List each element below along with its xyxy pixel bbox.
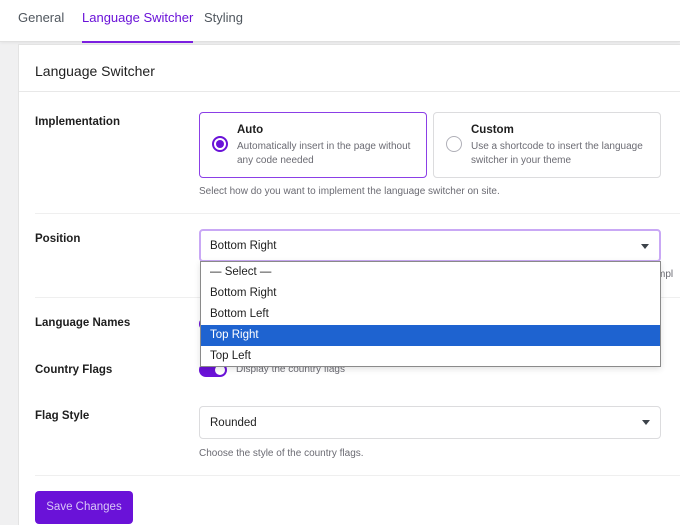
implementation-custom-option[interactable]: Custom Use a shortcode to insert the lan… — [433, 112, 661, 178]
radio-unchecked-icon — [446, 136, 462, 152]
row-divider — [35, 475, 680, 476]
tab-styling[interactable]: Styling — [204, 0, 243, 42]
language-names-label: Language Names — [35, 317, 131, 329]
country-flags-label: Country Flags — [35, 364, 113, 376]
flag-style-select[interactable]: Rounded — [199, 406, 661, 439]
custom-option-description: Use a shortcode to insert the language s… — [471, 141, 643, 166]
auto-option-description: Automatically insert in the page without… — [237, 141, 411, 166]
chevron-down-icon — [642, 420, 650, 425]
position-label: Position — [35, 233, 81, 245]
auto-option-title: Auto — [237, 124, 264, 136]
custom-option-title: Custom — [471, 124, 514, 136]
position-dropdown-list: — Select — Bottom Right Bottom Left Top … — [200, 261, 661, 367]
flag-style-select-value: Rounded — [210, 417, 257, 429]
implementation-auto-option[interactable]: Auto Automatically insert in the page wi… — [199, 112, 427, 178]
row-divider — [35, 213, 680, 214]
save-changes-button[interactable]: Save Changes — [35, 491, 133, 524]
position-option-bottom-right[interactable]: Bottom Right — [201, 283, 660, 304]
position-select[interactable]: Bottom Right — [199, 229, 661, 262]
panel-divider — [19, 91, 680, 92]
implementation-label: Implementation — [35, 116, 120, 128]
position-option-top-left[interactable]: Top Left — [201, 346, 660, 367]
panel-title: Language Switcher — [35, 63, 155, 79]
radio-checked-icon — [212, 136, 228, 152]
flag-style-label: Flag Style — [35, 410, 90, 422]
position-option-top-right[interactable]: Top Right — [201, 325, 660, 346]
flag-style-help-text: Choose the style of the country flags. — [199, 448, 364, 459]
implementation-help-text: Select how do you want to implement the … — [199, 186, 500, 197]
position-option-select[interactable]: — Select — — [201, 262, 660, 283]
position-option-bottom-left[interactable]: Bottom Left — [201, 304, 660, 325]
position-select-value: Bottom Right — [210, 240, 277, 252]
tab-bar: General Language Switcher Styling — [0, 0, 680, 43]
tab-general[interactable]: General — [18, 0, 64, 42]
tab-language-switcher[interactable]: Language Switcher — [82, 0, 194, 43]
chevron-down-icon — [641, 244, 649, 249]
